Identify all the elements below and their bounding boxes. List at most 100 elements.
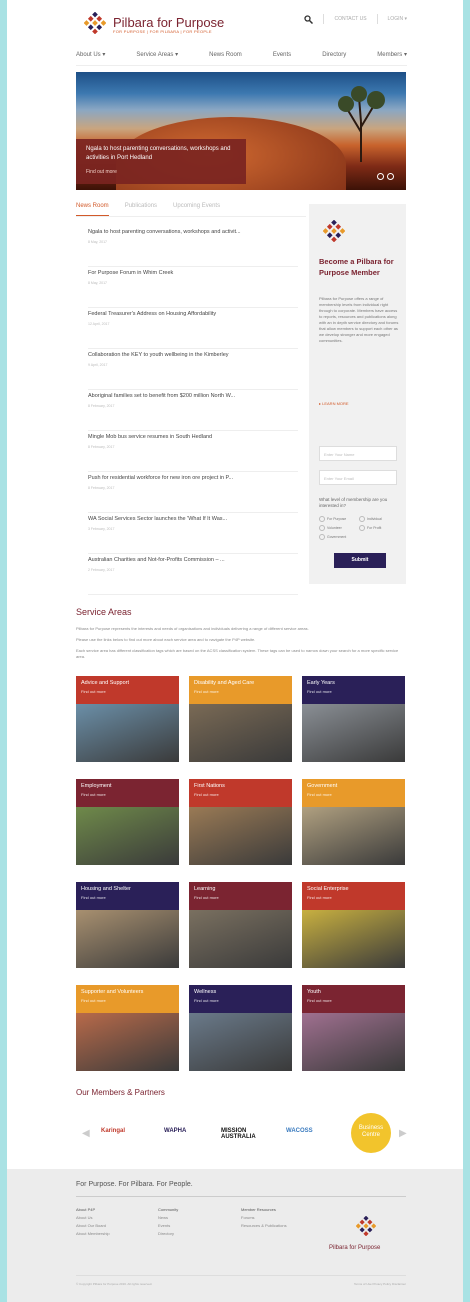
tab-upcoming-events[interactable]: Upcoming Events (173, 203, 220, 216)
news-title[interactable]: Push for residential workforce for new i… (88, 475, 298, 481)
nav-about-us[interactable]: About Us ▾ (76, 51, 105, 58)
tile-link[interactable]: Find out more (81, 792, 174, 797)
tile-title[interactable]: Supporter and Volunteers (81, 989, 174, 995)
nav-events[interactable]: Events (273, 52, 291, 58)
footer-link[interactable]: News (158, 1215, 168, 1220)
chevron-right-icon[interactable]: ▶ (399, 1128, 407, 1139)
footer-link[interactable]: About Membership (76, 1231, 110, 1236)
nav-directory[interactable]: Directory (322, 52, 346, 58)
news-title[interactable]: Federal Treasurer's Address on Housing A… (88, 311, 298, 317)
footer-link[interactable]: Resources & Publications (241, 1223, 287, 1228)
list-item[interactable]: For Purpose Forum in Whim Creek 8 May, 20… (88, 267, 298, 308)
contact-link[interactable]: CONTACT US (334, 16, 366, 22)
footer-link[interactable]: About Us (76, 1215, 92, 1220)
service-area-tile[interactable]: Social Enterprise Find out more (302, 882, 405, 968)
tile-title[interactable]: Wellness (194, 989, 287, 995)
tile-title[interactable]: Disability and Aged Care (194, 680, 287, 686)
tile-title[interactable]: Government (307, 783, 400, 789)
news-title[interactable]: Collaboration the KEY to youth wellbeing… (88, 352, 298, 358)
tile-title[interactable]: Social Enterprise (307, 886, 400, 892)
tile-title[interactable]: Housing and Shelter (81, 886, 174, 892)
news-title[interactable]: For Purpose Forum in Whim Creek (88, 270, 298, 276)
tile-link[interactable]: Find out more (81, 689, 174, 694)
footer-link[interactable]: Directory (158, 1231, 174, 1236)
tile-link[interactable]: Find out more (307, 792, 400, 797)
brand-name[interactable]: Pilbara for Purpose (113, 15, 224, 30)
logo-icon[interactable] (84, 12, 106, 34)
service-area-tile[interactable]: Supporter and Volunteers Find out more (76, 985, 179, 1071)
radio-for-profit[interactable]: For Profit (359, 525, 399, 531)
list-item[interactable]: Federal Treasurer's Address on Housing A… (88, 308, 298, 349)
service-area-tile[interactable]: Wellness Find out more (189, 985, 292, 1071)
email-field[interactable]: Enter Your Email (319, 470, 397, 485)
tile-link[interactable]: Find out more (307, 998, 400, 1003)
service-area-tile[interactable]: Youth Find out more (302, 985, 405, 1071)
name-field[interactable]: Enter Your Name (319, 446, 397, 461)
radio-volunteer[interactable]: Volunteer (319, 525, 359, 531)
search-icon[interactable] (304, 14, 314, 24)
footer-brand[interactable]: Pilbara for Purpose (329, 1245, 380, 1251)
learn-more-link[interactable]: ▸ LEARN MORE (319, 401, 349, 406)
news-title[interactable]: Australian Charities and Not-for-Profits… (88, 557, 298, 563)
submit-button[interactable]: Submit (334, 553, 386, 568)
tile-title[interactable]: Early Years (307, 680, 400, 686)
nav-news-room[interactable]: News Room (209, 52, 242, 58)
news-title[interactable]: Aboriginal families set to benefit from … (88, 393, 298, 399)
login-link[interactable]: LOGIN ▾ (388, 16, 407, 22)
radio-individual[interactable]: Individual (359, 516, 399, 522)
tab-news-room[interactable]: News Room (76, 203, 109, 216)
tile-link[interactable]: Find out more (194, 895, 287, 900)
list-item[interactable]: Aboriginal families set to benefit from … (88, 390, 298, 431)
tile-link[interactable]: Find out more (194, 998, 287, 1003)
partner-logo[interactable]: WAPHA (164, 1128, 186, 1134)
tile-link[interactable]: Find out more (307, 895, 400, 900)
partner-logo[interactable]: MISSION AUSTRALIA (221, 1128, 266, 1140)
tile-title[interactable]: Youth (307, 989, 400, 995)
list-item[interactable]: Mingle Mob bus service resumes in South … (88, 431, 298, 472)
tile-link[interactable]: Find out more (194, 689, 287, 694)
list-item[interactable]: Collaboration the KEY to youth wellbeing… (88, 349, 298, 390)
tile-link[interactable]: Find out more (194, 792, 287, 797)
service-area-tile[interactable]: First Nations Find out more (189, 779, 292, 865)
legal-links[interactable]: Terms of Use Privacy Policy Disclaimer (354, 1282, 406, 1286)
radio-for-purpose[interactable]: For Purpose (319, 516, 359, 522)
tile-title[interactable]: First Nations (194, 783, 287, 789)
service-area-tile[interactable]: Government Find out more (302, 779, 405, 865)
tile-link[interactable]: Find out more (81, 998, 174, 1003)
tile-photo (302, 1013, 405, 1071)
tab-publications[interactable]: Publications (125, 203, 157, 216)
news-title[interactable]: Ngala to host parenting conversations, w… (88, 229, 298, 235)
footer-link[interactable]: About Our Board (76, 1223, 106, 1228)
list-item[interactable]: Push for residential workforce for new i… (88, 472, 298, 513)
footer-link[interactable]: Forums (241, 1215, 255, 1220)
service-area-tile[interactable]: Housing and Shelter Find out more (76, 882, 179, 968)
tile-title[interactable]: Learning (194, 886, 287, 892)
service-area-tile[interactable]: Learning Find out more (189, 882, 292, 968)
radio-government[interactable]: Government (319, 534, 359, 540)
partner-logo[interactable]: Business Centre (351, 1113, 391, 1153)
service-area-tile[interactable]: Employment Find out more (76, 779, 179, 865)
news-title[interactable]: Mingle Mob bus service resumes in South … (88, 434, 298, 440)
service-area-tile[interactable]: Disability and Aged Care Find out more (189, 676, 292, 762)
hero-banner[interactable]: Ngala to host parenting conversations, w… (76, 72, 406, 190)
hero-link[interactable]: Find out more (86, 169, 236, 175)
partner-logo[interactable]: Karingal (101, 1128, 125, 1134)
partner-logo[interactable]: WACOSS (286, 1128, 313, 1134)
service-area-tile[interactable]: Advice and Support Find out more (76, 676, 179, 762)
carousel-dot[interactable] (387, 173, 394, 180)
news-title[interactable]: WA Social Services Sector launches the '… (88, 516, 298, 522)
section-title: Service Areas (76, 607, 132, 617)
list-item[interactable]: Australian Charities and Not-for-Profits… (88, 554, 298, 595)
tile-link[interactable]: Find out more (81, 895, 174, 900)
nav-members[interactable]: Members ▾ (377, 51, 407, 58)
carousel-dot[interactable] (377, 173, 384, 180)
tile-title[interactable]: Advice and Support (81, 680, 174, 686)
list-item[interactable]: Ngala to host parenting conversations, w… (88, 226, 298, 267)
nav-service-areas[interactable]: Service Areas ▾ (136, 51, 178, 58)
list-item[interactable]: WA Social Services Sector launches the '… (88, 513, 298, 554)
service-area-tile[interactable]: Early Years Find out more (302, 676, 405, 762)
footer-link[interactable]: Events (158, 1223, 170, 1228)
tile-link[interactable]: Find out more (307, 689, 400, 694)
chevron-left-icon[interactable]: ◀ (82, 1128, 90, 1139)
tile-title[interactable]: Employment (81, 783, 174, 789)
